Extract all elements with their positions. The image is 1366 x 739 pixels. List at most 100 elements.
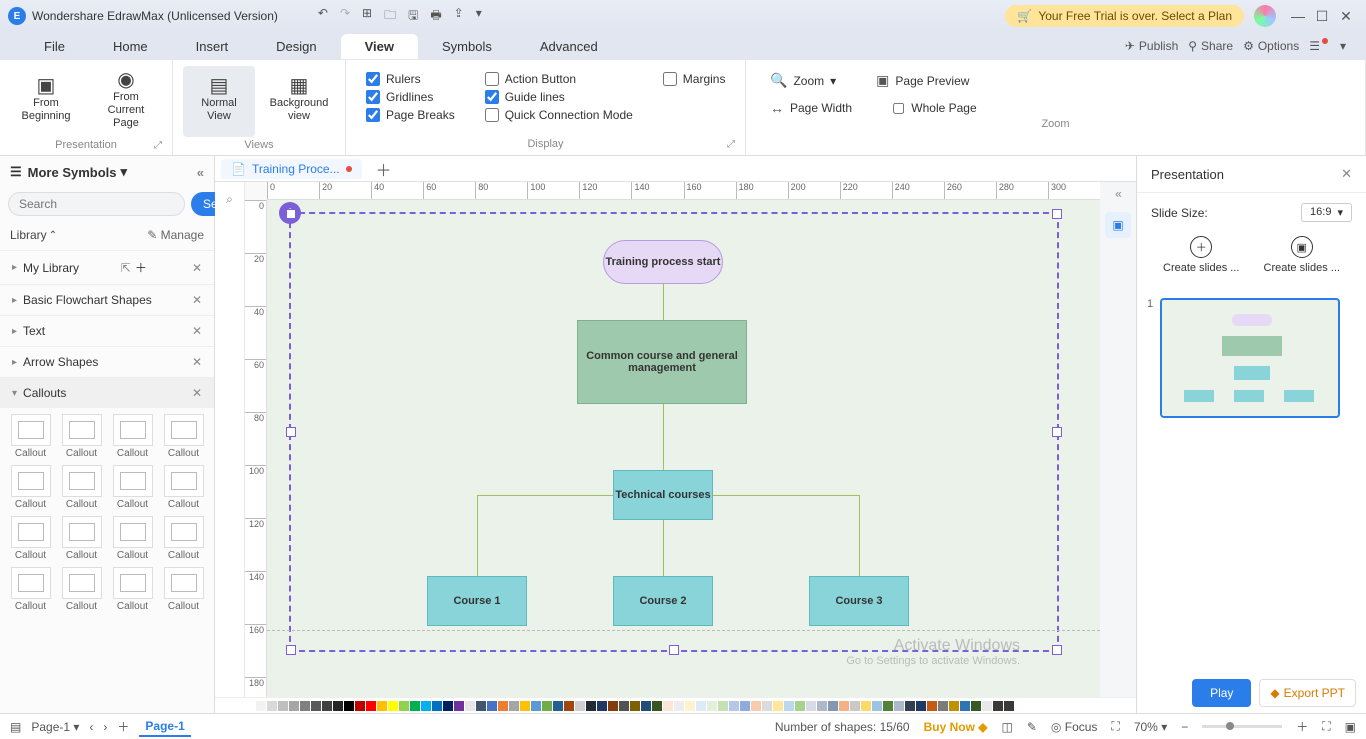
gridlines-checkbox[interactable]: Gridlines	[366, 90, 455, 104]
shape-thumb[interactable]: Callout	[57, 514, 106, 563]
options-button[interactable]: ⚙ Options	[1243, 39, 1299, 53]
fit-page-icon[interactable]: ⛶	[1322, 719, 1330, 734]
qat-more-icon[interactable]: ▾	[476, 6, 482, 27]
connector[interactable]	[477, 495, 478, 576]
zoom-button[interactable]: 🔍Zoom▾	[770, 72, 836, 89]
color-swatch[interactable]	[839, 701, 849, 711]
color-swatch[interactable]	[421, 701, 431, 711]
color-swatch[interactable]	[883, 701, 893, 711]
menu-design[interactable]: Design	[252, 34, 340, 59]
shape-thumb[interactable]: Callout	[6, 565, 55, 614]
publish-button[interactable]: ✈ Publish	[1125, 39, 1178, 53]
color-swatch[interactable]	[696, 701, 706, 711]
eyedropper-icon[interactable]: ⌕	[226, 192, 233, 207]
close-icon[interactable]: ✕	[192, 355, 202, 369]
library-label[interactable]: Library	[10, 228, 47, 242]
close-button[interactable]: ✕	[1334, 8, 1358, 25]
document-tab[interactable]: 📄 Training Proce...	[221, 159, 362, 179]
undo-icon[interactable]: ↶	[318, 6, 328, 27]
resize-handle[interactable]	[286, 645, 296, 655]
whole-page-button[interactable]: ▢Whole Page	[892, 99, 977, 116]
shape-thumb[interactable]: Callout	[159, 463, 208, 512]
zoom-out-icon[interactable]: −	[1181, 720, 1188, 734]
color-swatch[interactable]	[454, 701, 464, 711]
zoom-level[interactable]: 70% ▾	[1134, 720, 1167, 734]
guidelines-checkbox[interactable]: Guide lines	[485, 90, 633, 104]
chevron-down-icon[interactable]: ▾	[121, 164, 128, 180]
zoom-in-icon[interactable]: ＋	[1296, 718, 1308, 735]
color-swatch[interactable]	[960, 701, 970, 711]
maximize-button[interactable]: ☐	[1310, 8, 1334, 25]
color-swatch[interactable]	[641, 701, 651, 711]
shape-thumb[interactable]: Callout	[108, 514, 157, 563]
background-view-button[interactable]: ▦Background view	[263, 66, 335, 137]
shape-thumb[interactable]: Callout	[6, 514, 55, 563]
share-button[interactable]: ⚲ Share	[1188, 39, 1233, 53]
redo-icon[interactable]: ↷	[340, 6, 350, 27]
color-swatch[interactable]	[344, 701, 354, 711]
status-icon[interactable]: ✎	[1027, 720, 1037, 734]
color-swatch[interactable]	[663, 701, 673, 711]
connector[interactable]	[663, 284, 664, 320]
pagebreaks-checkbox[interactable]: Page Breaks	[366, 108, 455, 122]
color-swatch[interactable]	[333, 701, 343, 711]
shape-thumb[interactable]: Callout	[57, 412, 106, 461]
shape-technical[interactable]: Technical courses	[613, 470, 713, 520]
connector[interactable]	[663, 404, 664, 470]
export-icon[interactable]: ⇪	[454, 6, 464, 27]
fullscreen-icon[interactable]: ▣	[1345, 720, 1356, 734]
color-swatch[interactable]	[289, 701, 299, 711]
slide-thumbnail[interactable]	[1160, 298, 1340, 418]
color-swatch[interactable]	[784, 701, 794, 711]
shape-course-2[interactable]: Course 2	[613, 576, 713, 626]
quickconn-checkbox[interactable]: Quick Connection Mode	[485, 108, 633, 122]
margins-checkbox[interactable]: Margins	[663, 72, 726, 86]
resize-handle[interactable]	[286, 209, 296, 219]
shape-thumb[interactable]: Callout	[159, 565, 208, 614]
color-swatch[interactable]	[300, 701, 310, 711]
menu-symbols[interactable]: Symbols	[418, 34, 516, 59]
close-panel-icon[interactable]: ✕	[1341, 166, 1352, 182]
close-icon[interactable]: ✕	[192, 386, 202, 400]
collapse-panel-icon[interactable]: «	[197, 165, 204, 180]
import-icon[interactable]: ⇱	[121, 261, 131, 275]
connector[interactable]	[859, 495, 860, 576]
color-swatch[interactable]	[938, 701, 948, 711]
resize-handle[interactable]	[1052, 427, 1062, 437]
resize-handle[interactable]	[669, 645, 679, 655]
color-swatch[interactable]	[388, 701, 398, 711]
color-swatch[interactable]	[531, 701, 541, 711]
actionbutton-checkbox[interactable]: Action Button	[485, 72, 633, 86]
create-slides-auto-button[interactable]: ▣Create slides ...	[1264, 236, 1340, 274]
ribbon-collapse-icon[interactable]: ▾	[1340, 39, 1346, 53]
cat-callouts[interactable]: ▾Callouts✕	[0, 377, 214, 408]
color-swatch[interactable]	[905, 701, 915, 711]
color-swatch[interactable]	[322, 701, 332, 711]
shape-start[interactable]: Training process start	[603, 240, 723, 284]
shape-thumb[interactable]: Callout	[108, 565, 157, 614]
group-expand-icon[interactable]: ⤢	[727, 139, 735, 150]
print-icon[interactable]: 🖶	[430, 6, 441, 27]
cat-basic-flowchart[interactable]: ▸Basic Flowchart Shapes✕	[0, 284, 214, 315]
notification-icon[interactable]: ☰	[1309, 39, 1330, 53]
color-swatch[interactable]	[542, 701, 552, 711]
normal-view-button[interactable]: ▤Normal View	[183, 66, 255, 137]
shape-process[interactable]: Common course and general management	[577, 320, 747, 404]
presentation-mode-icon[interactable]: ▣	[1105, 212, 1131, 238]
color-swatch[interactable]	[982, 701, 992, 711]
color-swatch[interactable]	[267, 701, 277, 711]
resize-handle[interactable]	[1052, 209, 1062, 219]
fit-icon[interactable]: ⛶	[1111, 719, 1119, 734]
manage-button[interactable]: ✎ Manage	[147, 228, 204, 242]
resize-handle[interactable]	[1052, 645, 1062, 655]
color-swatch[interactable]	[795, 701, 805, 711]
color-swatch[interactable]	[487, 701, 497, 711]
color-swatch[interactable]	[586, 701, 596, 711]
rulers-checkbox[interactable]: Rulers	[366, 72, 455, 86]
buy-now-link[interactable]: Buy Now ◆	[924, 720, 988, 734]
prev-page-icon[interactable]: ‹	[89, 720, 93, 734]
close-icon[interactable]: ✕	[192, 293, 202, 307]
expand-right-icon[interactable]: »	[1115, 188, 1122, 202]
color-swatch[interactable]	[476, 701, 486, 711]
color-swatch[interactable]	[619, 701, 629, 711]
